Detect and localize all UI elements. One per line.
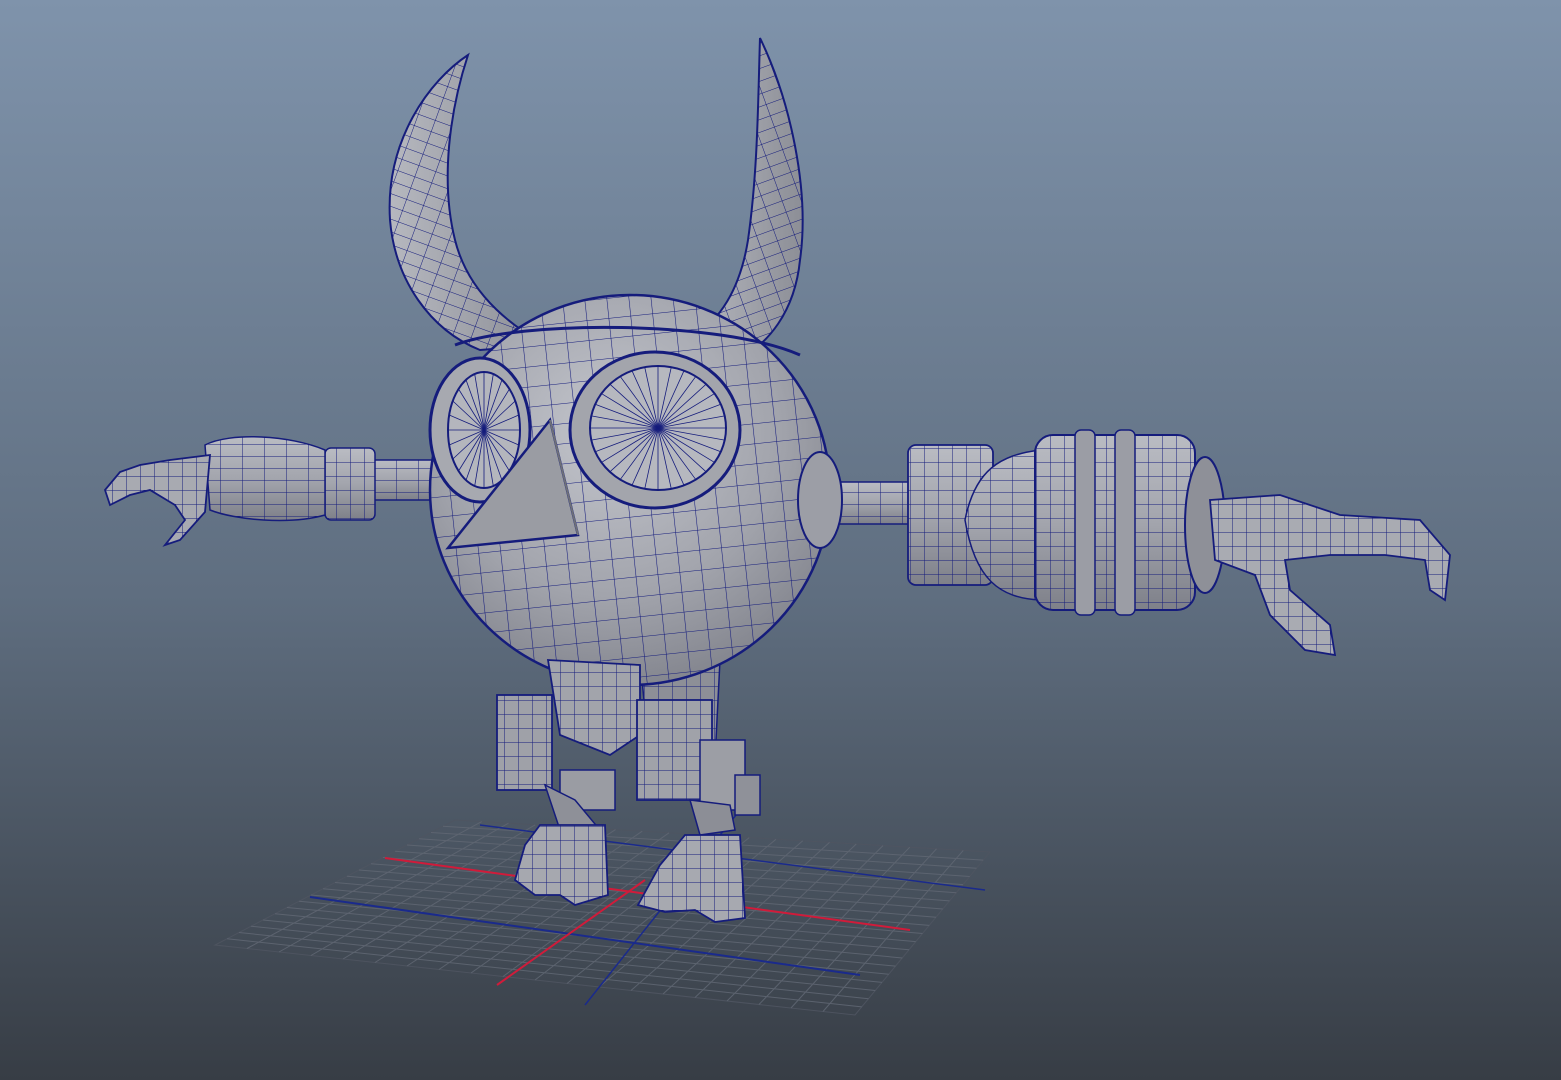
eye-right[interactable] [568,350,742,510]
viewport-canvas[interactable] [0,0,1561,1080]
3d-viewport[interactable] [0,0,1561,1080]
